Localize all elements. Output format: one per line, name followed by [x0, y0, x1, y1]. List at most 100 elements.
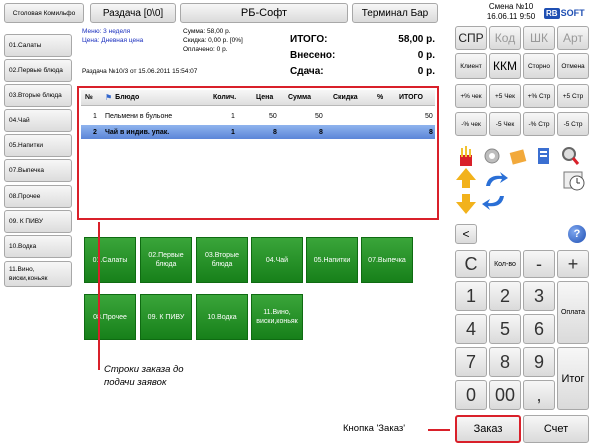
menu-group-button[interactable]: 09. К ПИВУ [140, 294, 192, 340]
total-value: 58,00 р. [398, 34, 435, 45]
key-d7[interactable]: 7 [455, 347, 487, 377]
discount-button[interactable]: -% Стр [523, 112, 555, 136]
category-label: 04.Чай [9, 117, 30, 124]
key-d1[interactable]: 1 [455, 281, 487, 311]
category-button[interactable]: 03.Вторые блюда [4, 84, 72, 107]
menu-group-button[interactable]: 07.Выпечка [361, 237, 413, 283]
key-d8[interactable]: 8 [489, 347, 521, 377]
markup-button[interactable]: +5 Чек [489, 84, 521, 108]
category-label: 03.Вторые блюда [9, 92, 62, 99]
tag-icon[interactable] [508, 145, 528, 167]
clock-icon[interactable] [562, 168, 586, 192]
terminal-label: Терминал Бар [361, 7, 429, 19]
category-label: 02.Первые блюда [9, 67, 63, 74]
table-header: № ⚑ Блюдо Колич. Цена Сумма Скидка % ИТО… [81, 90, 435, 106]
total-button[interactable]: Итог [557, 347, 589, 410]
quantity-button[interactable]: Кол-во [489, 250, 521, 278]
annotation-line [98, 222, 100, 370]
function-button[interactable]: Клиент [455, 53, 487, 79]
discount-button[interactable]: -% чек [455, 112, 487, 136]
terminal-button[interactable]: Терминал Бар [352, 3, 438, 23]
logo-rb: RB [544, 7, 560, 19]
discount-button[interactable]: -5 Стр [557, 112, 589, 136]
menu-info: Меню: 3 неделя Цена: Дневная цена [82, 27, 143, 45]
rows-note: Строки заказа до подачи заявок [104, 364, 184, 388]
category-button[interactable]: 01.Салаты [4, 34, 72, 57]
menu-group-button[interactable]: 10.Водка [196, 294, 248, 340]
table-row[interactable]: 1 Пельмени в бульоне 1 50 50 50 [81, 109, 435, 123]
menu-group-button[interactable]: 03.Вторые блюда [196, 237, 248, 283]
paid-label: Оплачено: 0 р. [183, 46, 228, 53]
toolbar-icons [456, 141, 590, 171]
table-row[interactable]: 2 Чай в индив. упак. 1 8 8 8 [81, 125, 435, 139]
sum-label: Сумма: 58,00 р. [183, 28, 231, 35]
total-label: ИТОГО: [290, 34, 328, 45]
category-button[interactable]: 02.Первые блюда [4, 59, 72, 82]
menu-group-button[interactable]: 11.Вино, виски,коньяк [251, 294, 303, 340]
order-button-note: Кнопка 'Заказ' [343, 423, 406, 434]
clear-button[interactable]: C [455, 250, 487, 278]
key-d6[interactable]: 6 [523, 314, 555, 344]
handout-label: Раздача [0\0] [102, 7, 164, 19]
app-title: РБ-Софт [240, 7, 288, 19]
restaurant-button[interactable]: Столовая Комильфо [4, 3, 84, 23]
category-button[interactable]: 10.Водка [4, 235, 72, 258]
shift-info: Смена №10 16.06.11 9:50 [476, 2, 546, 22]
order-button[interactable]: Заказ [455, 415, 521, 443]
markup-button[interactable]: +% Стр [523, 84, 555, 108]
function-button[interactable]: Сторно [523, 53, 555, 79]
key-d0[interactable]: 0 [455, 380, 487, 410]
key-d2[interactable]: 2 [489, 281, 521, 311]
col-price: Цена [256, 94, 274, 101]
function-button[interactable]: Отмена [557, 53, 589, 79]
fries-icon[interactable] [456, 145, 476, 167]
help-icon[interactable]: ? [568, 225, 586, 243]
handout-button[interactable]: Раздача [0\0] [90, 3, 176, 23]
menu-group-button[interactable]: 02.Первые блюда [140, 237, 192, 283]
col-discount: Скидка [333, 94, 358, 101]
col-sum: Сумма [288, 94, 312, 101]
category-button[interactable]: 04.Чай [4, 109, 72, 132]
pay-button[interactable]: Оплата [557, 281, 589, 344]
tab-3[interactable]: ШК [523, 26, 555, 50]
shift-label: Смена №10 [488, 2, 534, 11]
category-button[interactable]: 09. К ПИВУ [4, 210, 72, 233]
menu-group-button[interactable]: 05.Напитки [306, 237, 358, 283]
col-number: № [85, 94, 93, 101]
markup-button[interactable]: +5 Стр [557, 84, 589, 108]
function-button[interactable]: ККМ [489, 53, 521, 79]
tab-1[interactable]: СПР [455, 26, 487, 50]
category-button[interactable]: 11.Вино, виски,коньяк [4, 261, 72, 287]
key-comma[interactable]: , [523, 380, 555, 410]
up-down-arrows-icon[interactable] [456, 168, 476, 214]
change-label: Сдача: [290, 66, 324, 77]
key-d5[interactable]: 5 [489, 314, 521, 344]
tab-4[interactable]: Арт [557, 26, 589, 50]
back-button[interactable]: < [455, 224, 477, 244]
gear-icon[interactable] [482, 145, 502, 167]
bill-button[interactable]: Счет [523, 415, 589, 443]
category-button[interactable]: 07.Выпечка [4, 159, 72, 182]
col-pct: % [377, 94, 384, 101]
key-d00[interactable]: 00 [489, 380, 521, 410]
markup-button[interactable]: +% чек [455, 84, 487, 108]
key-d4[interactable]: 4 [455, 314, 487, 344]
tab-2[interactable]: Код [489, 26, 521, 50]
order-sums: Сумма: 58,00 р. Скидка: 0,00 р. [0%] Опл… [183, 27, 243, 54]
price-label: Цена: Дневная цена [82, 37, 144, 44]
category-button[interactable]: 05.Напитки [4, 134, 72, 157]
document-icon[interactable] [534, 145, 554, 167]
key-d9[interactable]: 9 [523, 347, 555, 377]
discount-button[interactable]: -5 Чек [489, 112, 521, 136]
refresh-arrows-icon[interactable] [482, 170, 508, 212]
menu-group-button[interactable]: 01.Салаты [84, 237, 136, 283]
menu-group-button[interactable]: 08.Прочее [84, 294, 136, 340]
key-d3[interactable]: 3 [523, 281, 555, 311]
minus-button[interactable]: - [523, 250, 555, 278]
category-button[interactable]: 08.Прочее [4, 185, 72, 208]
menu-group-button[interactable]: 04.Чай [251, 237, 303, 283]
category-label: 05.Напитки [9, 142, 43, 149]
plus-button[interactable]: + [557, 250, 589, 278]
restaurant-label: Столовая Комильфо [12, 9, 76, 17]
search-icon[interactable] [560, 145, 580, 167]
